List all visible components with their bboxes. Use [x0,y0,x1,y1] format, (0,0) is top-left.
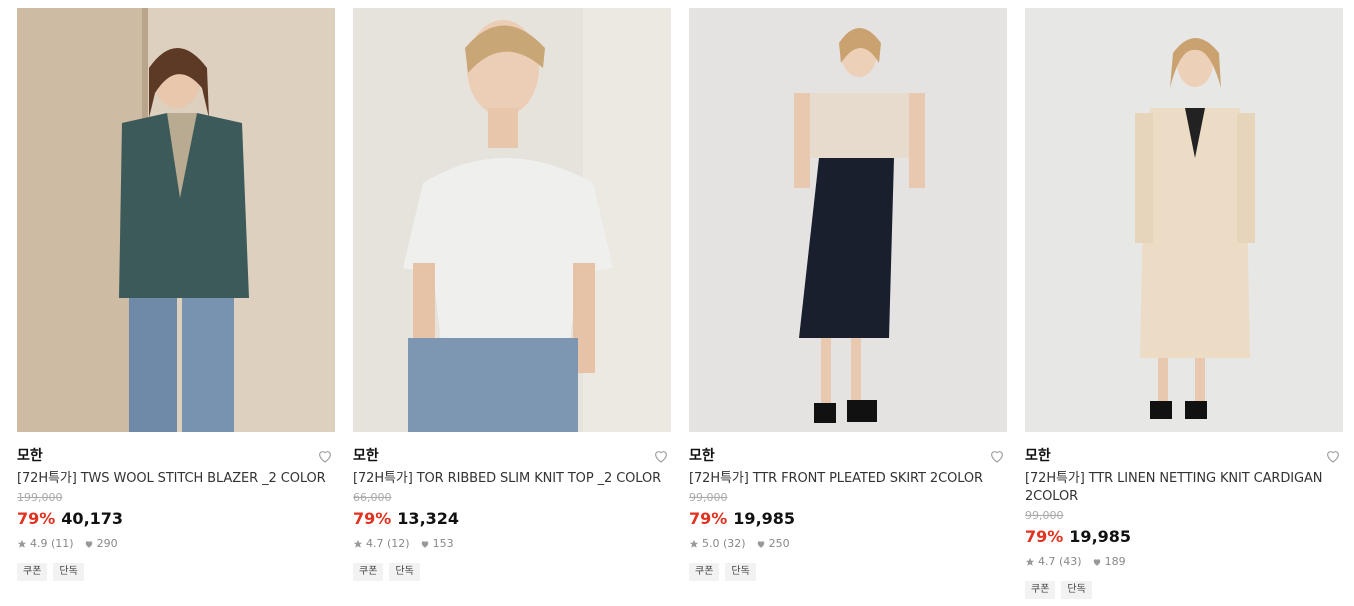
brand-name[interactable]: 모한 [353,446,671,466]
like-count: 250 [768,537,790,550]
product-image[interactable] [689,8,1007,432]
price-row: 79% 19,985 [1025,527,1343,547]
original-price: 99,000 [689,491,728,504]
price-row: 79% 40,173 [17,509,335,529]
product-grid: 모한 [72H특가] TWS WOOL STITCH BLAZER _2 COL… [0,0,1354,606]
coupon-tag: 쿠폰 [353,563,384,581]
heart-icon[interactable] [989,448,1005,464]
product-card[interactable]: 모한 [72H특가] TTR LINEN NETTING KNIT CARDIG… [1025,8,1343,599]
star-icon [17,539,27,548]
rating: 4.7 [1038,555,1056,568]
review-count: (11) [51,537,74,550]
like-count: 290 [96,537,118,550]
product-card[interactable]: 모한 [72H특가] TTR FRONT PLEATED SKIRT 2COLO… [689,8,1007,581]
review-count: (32) [723,537,746,550]
heart-icon[interactable] [317,448,333,464]
sale-price: 40,173 [61,509,124,528]
discount-rate: 79% [1025,527,1064,546]
product-image[interactable] [17,8,335,432]
heart-icon[interactable] [1325,448,1341,464]
rating: 5.0 [702,537,720,550]
product-stats: 4.7 (12) 153 [353,537,671,551]
product-title[interactable]: [72H특가] TOR RIBBED SLIM KNIT TOP _2 COLO… [353,470,671,488]
discount-rate: 79% [689,509,728,528]
exclusive-tag: 단독 [1061,581,1092,599]
coupon-tag: 쿠폰 [17,563,48,581]
product-image[interactable] [353,8,671,432]
brand-name[interactable]: 모한 [1025,446,1343,466]
sale-price: 19,985 [733,509,796,528]
original-price: 199,000 [17,491,63,504]
like-icon [1093,559,1100,566]
discount-rate: 79% [17,509,56,528]
product-card[interactable]: 모한 [72H특가] TOR RIBBED SLIM KNIT TOP _2 C… [353,8,671,581]
brand-name[interactable]: 모한 [17,446,335,466]
original-price: 99,000 [1025,509,1064,522]
product-stats: 5.0 (32) 250 [689,537,1007,551]
product-title[interactable]: [72H특가] TTR LINEN NETTING KNIT CARDIGAN … [1025,470,1343,506]
product-photo-skirt [689,8,1007,432]
product-stats: 4.7 (43) 189 [1025,555,1343,569]
product-card[interactable]: 모한 [72H특가] TWS WOOL STITCH BLAZER _2 COL… [17,8,335,581]
like-icon [421,541,428,548]
original-price: 66,000 [353,491,392,504]
exclusive-tag: 단독 [389,563,420,581]
like-count: 189 [1104,555,1126,568]
star-icon [353,539,363,548]
tag-list: 쿠폰 단독 [17,563,335,581]
tag-list: 쿠폰 단독 [1025,581,1343,599]
product-title[interactable]: [72H특가] TWS WOOL STITCH BLAZER _2 COLOR [17,470,335,488]
price-row: 79% 13,324 [353,509,671,529]
product-image[interactable] [1025,8,1343,432]
product-title[interactable]: [72H특가] TTR FRONT PLEATED SKIRT 2COLOR [689,470,1007,488]
heart-icon[interactable] [653,448,669,464]
star-icon [689,539,699,548]
rating: 4.9 [30,537,48,550]
product-stats: 4.9 (11) 290 [17,537,335,551]
review-count: (12) [387,537,410,550]
coupon-tag: 쿠폰 [1025,581,1056,599]
rating: 4.7 [366,537,384,550]
like-count: 153 [432,537,454,550]
star-icon [1025,557,1035,566]
sale-price: 19,985 [1069,527,1132,546]
review-count: (43) [1059,555,1082,568]
exclusive-tag: 단독 [53,563,84,581]
product-photo-blazer [17,8,335,432]
product-photo-knit-top [353,8,671,432]
price-row: 79% 19,985 [689,509,1007,529]
discount-rate: 79% [353,509,392,528]
product-photo-cardigan [1025,8,1343,432]
brand-name[interactable]: 모한 [689,446,1007,466]
like-icon [757,541,764,548]
tag-list: 쿠폰 단독 [689,563,1007,581]
coupon-tag: 쿠폰 [689,563,720,581]
like-icon [85,541,92,548]
exclusive-tag: 단독 [725,563,756,581]
sale-price: 13,324 [397,509,460,528]
tag-list: 쿠폰 단독 [353,563,671,581]
